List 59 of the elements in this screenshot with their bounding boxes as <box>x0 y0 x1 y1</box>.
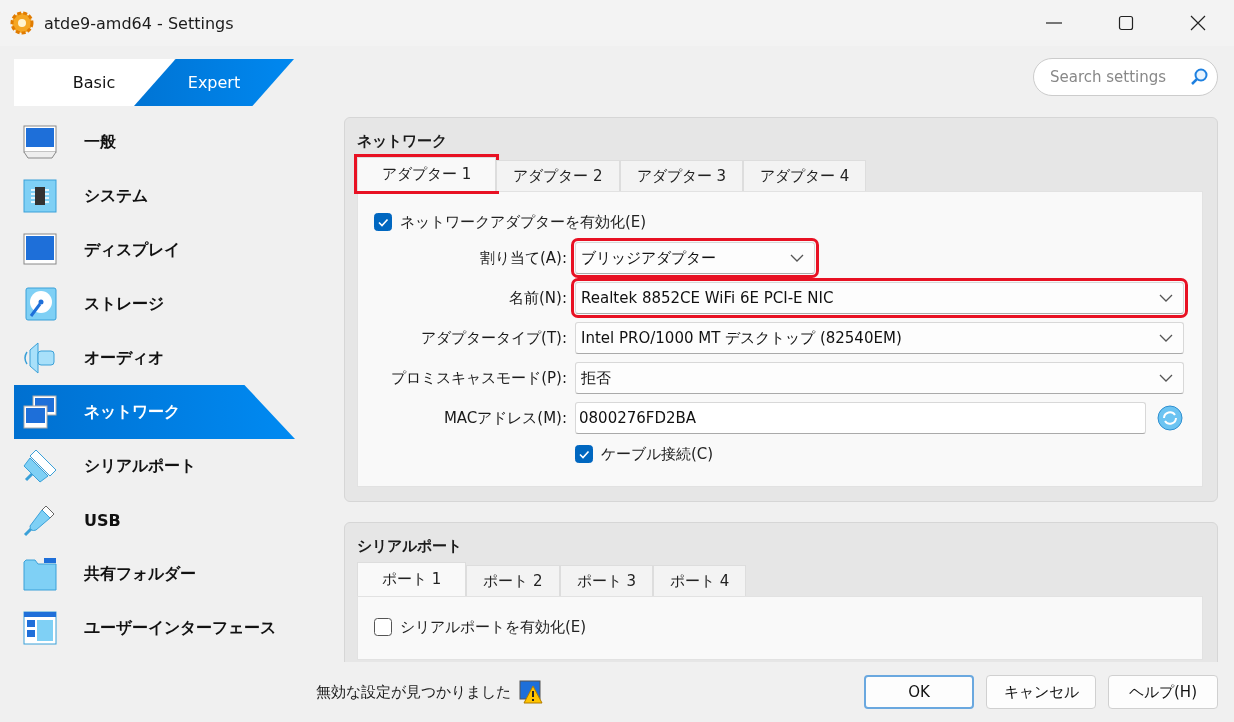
field-label: 割り当て(A): <box>478 248 567 268</box>
close-icon <box>1190 15 1206 31</box>
sidebar-item[interactable]: システム <box>14 169 295 223</box>
checkbox[interactable]: シリアルポートを有効化(E) <box>374 615 1184 639</box>
sidebar-item[interactable]: ユーザーインターフェース <box>14 601 295 655</box>
dialog-button[interactable]: ヘルプ(H) <box>1108 675 1218 709</box>
tab[interactable]: ポート 4 <box>652 565 747 596</box>
checkbox[interactable]: ネットワークアダプターを有効化(E) <box>374 210 1184 234</box>
section-title: ネットワーク <box>357 131 448 152</box>
folder-icon <box>22 556 58 592</box>
tab[interactable]: アダプター 2 <box>496 160 620 191</box>
window-icon <box>22 610 58 646</box>
monitor-icon <box>22 232 58 268</box>
warning-icon <box>519 680 543 704</box>
warning-message: 無効な設定が見つかりました <box>316 682 511 702</box>
dialog-button[interactable]: OK <box>864 675 974 709</box>
dialog-button[interactable]: キャンセル <box>986 675 1096 709</box>
field-label: プロミスキャスモード(P): <box>390 368 567 388</box>
field-label: アダプタータイプ(T): <box>420 328 567 348</box>
search-field[interactable]: Search settings <box>1033 58 1218 96</box>
plug-icon <box>22 448 58 484</box>
maximize-icon <box>1118 15 1134 31</box>
tab[interactable]: ポート 2 <box>466 565 560 596</box>
tab[interactable]: ポート 1 <box>357 562 467 596</box>
monitors-icon <box>22 394 58 430</box>
field-label: 名前(N): <box>508 288 567 308</box>
checkbox[interactable]: ケーブル接続(C) <box>575 442 1184 466</box>
window-title: atde9-amd64 - Settings <box>44 13 235 33</box>
sidebar-item[interactable]: 一般 <box>14 115 295 169</box>
dropdown[interactable]: 拒否 <box>575 362 1184 394</box>
chevron-down-icon <box>1159 334 1173 342</box>
speaker-icon <box>22 340 58 376</box>
chip-icon <box>22 178 58 214</box>
tab[interactable]: アダプター 1 <box>357 157 497 191</box>
tab[interactable]: アダプター 3 <box>619 160 743 191</box>
chevron-down-icon <box>790 254 804 262</box>
checkbox-empty-icon <box>374 618 392 636</box>
sidebar-item[interactable]: 共有フォルダー <box>14 547 295 601</box>
sidebar-item[interactable]: ストレージ <box>14 277 295 331</box>
sidebar-item[interactable]: シリアルポート <box>14 439 295 493</box>
monitor-icon <box>22 124 58 160</box>
section-title: シリアルポート <box>357 536 463 557</box>
sidebar-item[interactable]: ディスプレイ <box>14 223 295 277</box>
refresh-icon <box>1156 404 1184 432</box>
refresh-button[interactable] <box>1156 404 1184 432</box>
mac-address-field[interactable]: 0800276FD2BA <box>575 402 1146 434</box>
sidebar-item[interactable]: ネットワーク <box>14 385 295 439</box>
checkbox-checked-icon <box>575 445 593 463</box>
tab[interactable]: アダプター 4 <box>742 160 867 191</box>
tab[interactable]: ポート 3 <box>559 565 653 596</box>
chevron-down-icon <box>1159 294 1173 302</box>
sidebar-item[interactable]: オーディオ <box>14 331 295 385</box>
checkbox-checked-icon <box>374 213 392 231</box>
gear-icon <box>10 11 34 35</box>
dropdown[interactable]: Intel PRO/1000 MT デスクトップ (82540EM) <box>575 322 1184 354</box>
sidebar-item[interactable]: USB <box>14 493 295 547</box>
field-label: MACアドレス(M): <box>442 408 567 428</box>
chevron-down-icon <box>1159 374 1173 382</box>
minimize-icon <box>1046 22 1062 24</box>
